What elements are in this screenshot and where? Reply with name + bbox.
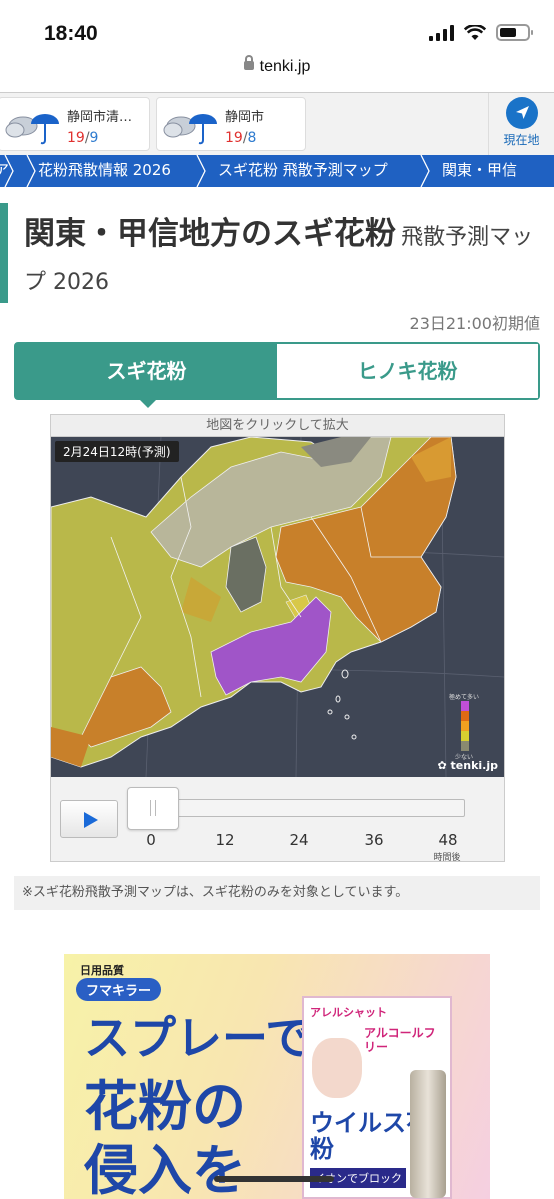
location-card[interactable]: 静岡市清… 19/9 bbox=[0, 97, 150, 151]
map-widget: 地図をクリックして拡大 2月24日12時(予測) 極めて多い 少ない ✿ ten… bbox=[50, 414, 505, 863]
tab-sugi[interactable]: スギ花粉 bbox=[16, 344, 277, 398]
tick-label: 24 bbox=[289, 831, 309, 849]
current-location-label: 現在地 bbox=[503, 133, 540, 147]
breadcrumb-item[interactable]: ア bbox=[0, 155, 9, 187]
ad-headline: 侵入を bbox=[84, 1139, 246, 1199]
location-card[interactable]: 静岡市 19/8 bbox=[156, 97, 306, 151]
pollen-map-image bbox=[51, 437, 504, 777]
location-name: 静岡市 bbox=[225, 110, 265, 125]
play-button[interactable] bbox=[60, 800, 118, 838]
ad-spray-can bbox=[410, 1070, 446, 1198]
advertisement[interactable]: 日用品質 フマキラー スプレーで 花粉の 侵入を アレルシャット アルコールフリ… bbox=[64, 954, 490, 1199]
time-player: 0 12 24 36 48 時間後 bbox=[51, 777, 504, 863]
home-indicator bbox=[214, 1176, 334, 1182]
legend-top-label: 極めて多い bbox=[448, 694, 479, 701]
pollen-map[interactable]: 2月24日12時(予測) 極めて多い 少ない ✿ tenki.jp bbox=[51, 437, 504, 777]
breadcrumb-item[interactable]: スギ花粉 飛散予測マップ bbox=[218, 155, 388, 187]
map-timestamp: 2月24日12時(予測) bbox=[55, 441, 179, 462]
map-legend: 極めて多い 少ない bbox=[448, 692, 482, 762]
wifi-icon bbox=[464, 24, 486, 40]
ad-brand-small: 日用品質 bbox=[80, 964, 124, 977]
chevron-right-icon bbox=[196, 155, 206, 187]
lock-icon bbox=[243, 55, 254, 70]
status-bar: 18:40 bbox=[0, 0, 554, 62]
cellular-signal-icon bbox=[429, 24, 454, 41]
url-bar[interactable]: tenki.jp bbox=[0, 55, 554, 88]
map-note: ※スギ花粉飛散予測マップは、スギ花粉のみを対象としています。 bbox=[14, 876, 540, 910]
location-name: 静岡市清… bbox=[67, 110, 133, 125]
ad-product-image: アレルシャット アルコールフリー ウイルス花粉 イオンでブロック bbox=[302, 996, 452, 1199]
chevron-right-icon bbox=[26, 155, 36, 187]
pollen-tabs: スギ花粉 ヒノキ花粉 bbox=[14, 342, 540, 400]
tick-unit: 時間後 bbox=[433, 853, 461, 863]
battery-icon bbox=[496, 24, 533, 41]
title-accent bbox=[0, 203, 8, 303]
location-temp: 19/9 bbox=[67, 130, 99, 146]
cloudy-rain-icon bbox=[163, 114, 217, 145]
ad-product-tag: アルコールフリー bbox=[364, 1026, 436, 1054]
location-temp: 19/8 bbox=[225, 130, 257, 146]
tick-label: 48 bbox=[438, 831, 458, 849]
status-time: 18:40 bbox=[44, 22, 98, 45]
tick-label: 36 bbox=[364, 831, 384, 849]
tick-label: 0 bbox=[146, 831, 156, 849]
ad-headline: スプレーで bbox=[84, 1011, 312, 1065]
status-icons bbox=[429, 24, 533, 41]
active-tab-indicator bbox=[138, 398, 158, 408]
chevron-right-icon bbox=[420, 155, 430, 187]
init-time: 23日21:00初期値 bbox=[409, 314, 540, 333]
tenki-logo: ✿ tenki.jp bbox=[437, 759, 498, 772]
map-hint: 地図をクリックして拡大 bbox=[51, 415, 504, 437]
page-title: 関東・甲信地方のスギ花粉 飛散予測マップ 2026 bbox=[24, 212, 544, 306]
cloudy-rain-icon bbox=[5, 114, 59, 145]
url-text: tenki.jp bbox=[259, 58, 311, 75]
navigation-arrow-icon bbox=[505, 97, 538, 129]
tick-label: 12 bbox=[215, 831, 235, 849]
breadcrumb-item[interactable]: 花粉飛散情報 2026 bbox=[38, 155, 171, 187]
ad-face-image bbox=[312, 1038, 362, 1098]
ad-product-brand: アレルシャット bbox=[310, 1006, 387, 1019]
page-title-main: 関東・甲信地方のスギ花粉 bbox=[24, 216, 396, 252]
tab-hinoki[interactable]: ヒノキ花粉 bbox=[277, 344, 538, 398]
ad-brand: フマキラー bbox=[76, 978, 162, 1001]
breadcrumb: ア 花粉飛散情報 2026 スギ花粉 飛散予測マップ 関東・甲信 bbox=[0, 155, 554, 187]
time-slider-track[interactable] bbox=[129, 799, 465, 817]
breadcrumb-item[interactable]: 関東・甲信 bbox=[442, 155, 517, 187]
location-bar: 静岡市清… 19/9 静岡市 19/8 現在地 bbox=[0, 93, 554, 155]
tenki-logo-mark-icon: ✿ bbox=[437, 759, 447, 772]
legend-scale bbox=[461, 701, 469, 751]
current-location-button[interactable]: 現在地 bbox=[488, 93, 554, 155]
time-slider-thumb[interactable] bbox=[127, 787, 179, 830]
